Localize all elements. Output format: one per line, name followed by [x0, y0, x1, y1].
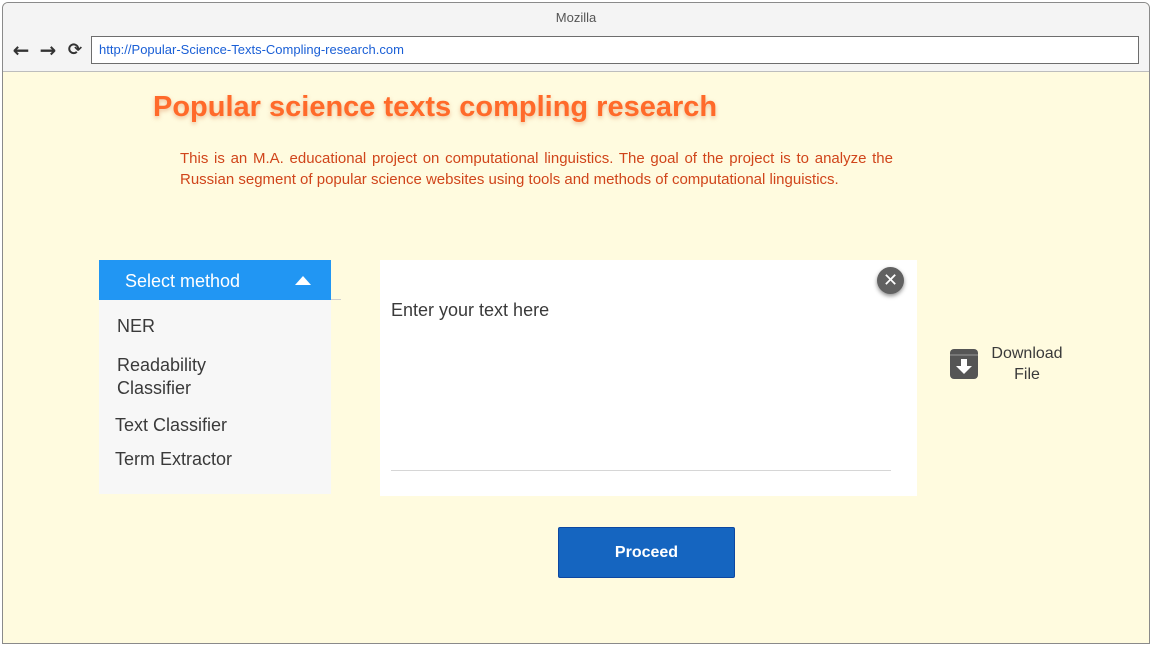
address-bar[interactable]: http://Popular-Science-Texts-Compling-re… — [91, 36, 1139, 64]
arrow-left-icon[interactable]: ← — [10, 39, 32, 61]
select-method-button[interactable]: Select method — [99, 260, 331, 300]
browser-toolbar: ← → ⟳ http://Popular-Science-Texts-Compl… — [3, 33, 1149, 72]
window-title: Mozilla — [3, 3, 1149, 33]
download-file-label: Download File — [991, 345, 1063, 383]
caret-up-icon — [295, 276, 311, 285]
download-file-button[interactable]: Download File — [947, 341, 1077, 387]
archive-download-icon — [950, 349, 978, 379]
dropdown-divider — [331, 299, 341, 300]
select-method-label: Select method — [125, 271, 241, 291]
close-icon[interactable]: ✕ — [877, 267, 904, 294]
text-input-card: ✕ — [380, 260, 917, 496]
browser-window: Mozilla ← → ⟳ http://Popular-Science-Tex… — [2, 2, 1150, 644]
method-option-text-classifier[interactable]: Text Classifier — [115, 414, 227, 437]
text-input[interactable] — [391, 300, 891, 471]
project-description: This is an M.A. educational project on c… — [180, 150, 893, 188]
proceed-button[interactable]: Proceed — [558, 527, 735, 578]
method-dropdown: Select method NER Readability Classifier… — [99, 260, 341, 494]
method-option-ner[interactable]: NER — [117, 315, 155, 338]
arrow-right-icon[interactable]: → — [37, 39, 59, 61]
reload-icon[interactable]: ⟳ — [64, 39, 86, 61]
method-option-term-extractor[interactable]: Term Extractor — [115, 448, 232, 471]
page-title: Popular science texts compling research — [153, 91, 718, 123]
method-option-readability-classifier[interactable]: Readability Classifier — [117, 354, 267, 400]
